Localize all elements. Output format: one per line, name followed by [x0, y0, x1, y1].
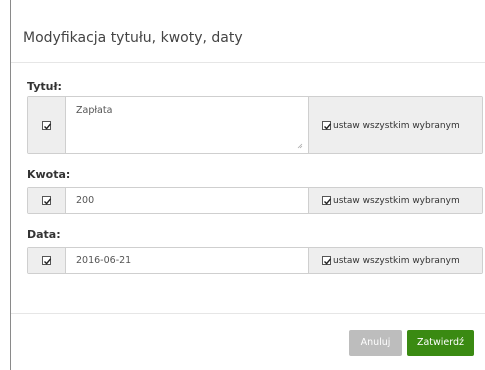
amount-apply-all-addon: ustaw wszystkim wybranym — [308, 188, 482, 213]
title-textarea[interactable]: Zapłata — [66, 97, 308, 153]
modal-dialog: Modyfikacja tytułu, kwoty, daty Tytuł: Z… — [10, 0, 485, 370]
amount-include-addon — [28, 188, 66, 213]
checkmark-icon — [44, 123, 52, 130]
cancel-button[interactable]: Anuluj — [349, 330, 402, 356]
date-field-label: Data: — [27, 228, 61, 241]
title-textarea-value: Zapłata — [76, 105, 113, 116]
date-apply-all-label[interactable]: ustaw wszystkim wybranym — [333, 256, 460, 266]
amount-apply-all-label[interactable]: ustaw wszystkim wybranym — [333, 196, 460, 206]
checkmark-icon — [324, 258, 332, 265]
title-field-label: Tytuł: — [27, 80, 62, 93]
amount-input-value: 200 — [76, 195, 95, 206]
date-input[interactable]: 2016-06-21 — [66, 248, 308, 273]
date-input-value: 2016-06-21 — [76, 255, 132, 266]
title-apply-all-addon: ustaw wszystkim wybranym — [308, 97, 482, 153]
amount-field-label: Kwota: — [27, 168, 71, 181]
modal-title: Modyfikacja tytułu, kwoty, daty — [23, 30, 243, 46]
date-row: 2016-06-21 ustaw wszystkim wybranym — [27, 247, 483, 274]
date-apply-all-checkbox[interactable] — [322, 256, 332, 265]
footer-divider — [11, 313, 485, 314]
checkmark-icon — [324, 123, 332, 130]
checkmark-icon — [44, 258, 52, 265]
submit-button[interactable]: Zatwierdź — [407, 330, 474, 356]
amount-input[interactable]: 200 — [66, 188, 308, 213]
title-include-checkbox[interactable] — [42, 121, 52, 130]
checkmark-icon — [44, 198, 52, 205]
title-include-addon — [28, 97, 66, 153]
modal-header: Modyfikacja tytułu, kwoty, daty — [11, 0, 485, 63]
title-apply-all-checkbox[interactable] — [322, 121, 332, 130]
amount-row: 200 ustaw wszystkim wybranym — [27, 187, 483, 214]
checkmark-icon — [324, 198, 332, 205]
resize-grip-icon[interactable] — [297, 143, 303, 149]
amount-apply-all-checkbox[interactable] — [322, 196, 332, 205]
title-row: Zapłata ustaw wszystkim wybranym — [27, 96, 483, 154]
date-include-checkbox[interactable] — [42, 256, 52, 265]
date-include-addon — [28, 248, 66, 273]
amount-include-checkbox[interactable] — [42, 196, 52, 205]
date-apply-all-addon: ustaw wszystkim wybranym — [308, 248, 482, 273]
title-apply-all-label[interactable]: ustaw wszystkim wybranym — [333, 121, 460, 131]
